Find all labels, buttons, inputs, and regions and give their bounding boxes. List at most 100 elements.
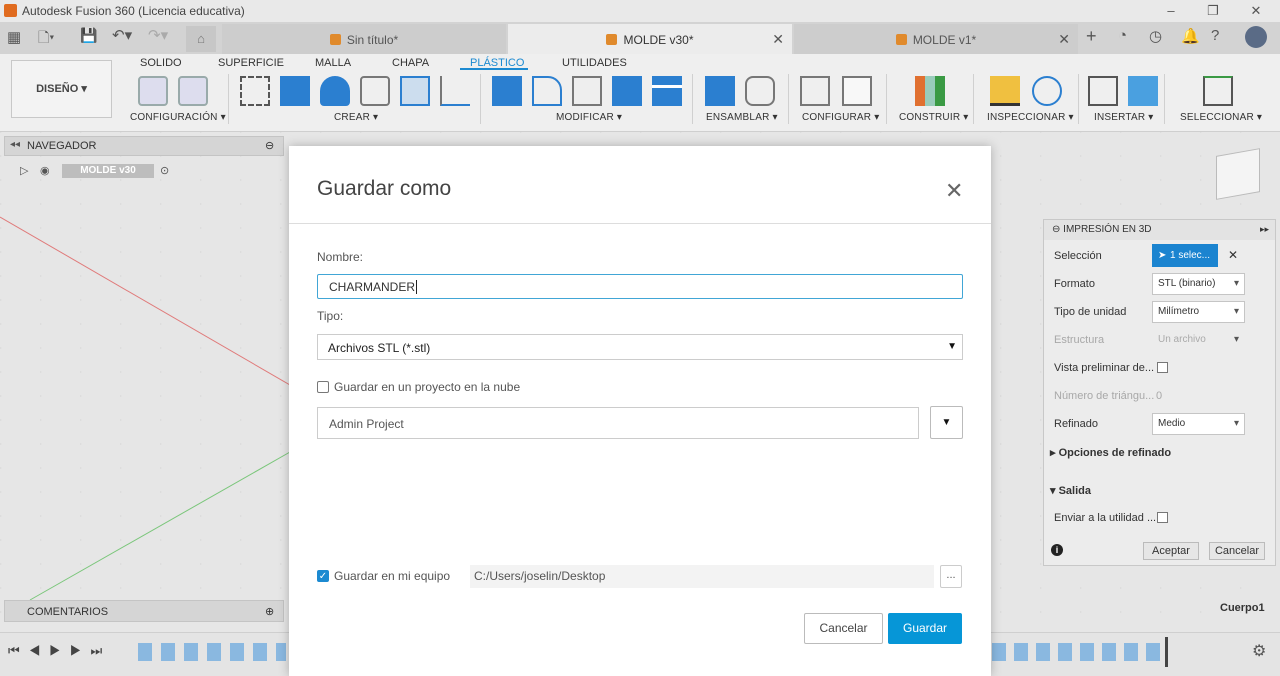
output-toggle[interactable]: ▾ Salida: [1050, 484, 1091, 497]
draft-icon[interactable]: [440, 76, 470, 106]
combine-icon[interactable]: [612, 76, 642, 106]
info-icon[interactable]: i: [1051, 544, 1063, 556]
select-icon[interactable]: [1203, 76, 1233, 106]
selection-button[interactable]: ➤ 1 selec...: [1152, 244, 1218, 267]
tab-superficie[interactable]: SUPERFICIE: [218, 57, 284, 69]
visibility-eye-icon[interactable]: ◉: [40, 164, 50, 177]
minimize-icon[interactable]: –: [1160, 2, 1182, 20]
save-button[interactable]: Guardar: [888, 613, 962, 644]
offset-plane-icon[interactable]: [915, 76, 945, 106]
project-field[interactable]: Admin Project: [317, 407, 919, 439]
maximize-icon[interactable]: ❐: [1202, 2, 1224, 20]
group-configuracion[interactable]: CONFIGURACIÓN ▾: [130, 112, 226, 123]
tab-utilidades[interactable]: UTILIDADES: [562, 57, 627, 69]
setup-2-icon[interactable]: [178, 76, 208, 106]
sketch-icon[interactable]: [240, 76, 270, 106]
joint-icon[interactable]: [745, 76, 775, 106]
insert-derive-icon[interactable]: [1088, 76, 1118, 106]
timeline-marker[interactable]: [1165, 637, 1168, 667]
revolve-icon[interactable]: [320, 76, 350, 106]
measure-icon[interactable]: [990, 76, 1020, 106]
group-insertar[interactable]: INSERTAR ▾: [1094, 112, 1153, 123]
interference-icon[interactable]: [1032, 76, 1062, 106]
group-ensamblar[interactable]: ENSAMBLAR ▾: [706, 112, 778, 123]
workspace-selector[interactable]: DISEÑO ▾: [11, 60, 112, 118]
timeline-controls-icon[interactable]: ⏮◀▶▶⏭: [8, 643, 111, 659]
timeline-features-right[interactable]: [992, 643, 1168, 661]
file-menu-icon[interactable]: 🗋▾: [38, 27, 54, 51]
group-configurar[interactable]: CONFIGURAR ▾: [802, 112, 879, 123]
tab-sin-titulo[interactable]: Sin título*: [222, 24, 506, 54]
group-crear[interactable]: CREAR ▾: [334, 112, 378, 123]
comments-panel-header[interactable]: COMENTARIOS ⊕: [4, 600, 284, 622]
panel-cancel-button[interactable]: Cancelar: [1209, 542, 1265, 560]
group-seleccionar[interactable]: SELECCIONAR ▾: [1180, 112, 1262, 123]
unidad-select[interactable]: Milímetro: [1152, 301, 1245, 323]
grid-menu-icon[interactable]: ▦: [7, 28, 21, 46]
separator: [788, 74, 789, 124]
settings-gear-icon[interactable]: ⚙: [1252, 641, 1266, 661]
redo-icon[interactable]: ↷▾: [148, 26, 168, 44]
add-comment-icon[interactable]: ⊕: [265, 605, 274, 618]
send-utility-checkbox[interactable]: [1157, 512, 1168, 523]
parameters-icon[interactable]: [800, 76, 830, 106]
insert-image-icon[interactable]: [1128, 76, 1158, 106]
expand-panel-icon[interactable]: ▸▸: [1260, 224, 1269, 235]
navigator-panel-header[interactable]: ◂◂ NAVEGADOR ⊖: [4, 136, 284, 156]
split-icon[interactable]: [652, 76, 682, 106]
accept-button[interactable]: Aceptar: [1143, 542, 1199, 560]
new-tab-icon[interactable]: +: [1086, 26, 1097, 47]
hole-icon[interactable]: [360, 76, 390, 106]
timeline-features[interactable]: [138, 643, 286, 661]
avatar[interactable]: [1245, 26, 1267, 48]
project-dropdown-button[interactable]: ▼: [930, 406, 963, 439]
job-status-icon[interactable]: ◷: [1149, 27, 1162, 45]
close-window-icon[interactable]: ✕: [1245, 2, 1267, 20]
box-icon[interactable]: [280, 76, 310, 106]
formato-select[interactable]: STL (binario): [1152, 273, 1245, 295]
tab-solido[interactable]: SOLIDO: [140, 57, 182, 69]
shell-icon[interactable]: [572, 76, 602, 106]
save-local-checkbox[interactable]: ✓: [317, 570, 329, 582]
tab-molde-v30[interactable]: MOLDE v30* ✕: [508, 24, 792, 54]
rib-icon[interactable]: [400, 76, 430, 106]
preview-checkbox[interactable]: [1157, 362, 1168, 373]
browse-button[interactable]: ...: [940, 565, 962, 588]
undo-icon[interactable]: ↶▾: [112, 26, 132, 44]
tab-chapa[interactable]: CHAPA: [392, 57, 429, 69]
expand-triangle-icon[interactable]: ▷: [20, 164, 28, 177]
cloud-project-checkbox[interactable]: [317, 381, 329, 393]
close-tab-icon[interactable]: ✕: [1058, 31, 1070, 48]
table-icon[interactable]: [842, 76, 872, 106]
activate-radio-icon[interactable]: ⊙: [160, 164, 169, 177]
minimize-panel-icon[interactable]: ⊖: [265, 139, 274, 152]
new-component-icon[interactable]: [705, 76, 735, 106]
type-select[interactable]: Archivos STL (*.stl) ▼: [317, 334, 963, 360]
home-icon[interactable]: ⌂: [186, 26, 216, 52]
cancel-button[interactable]: Cancelar: [804, 613, 883, 644]
group-inspeccionar[interactable]: INSPECCIONAR ▾: [987, 112, 1074, 123]
notifications-icon[interactable]: 🔔: [1181, 27, 1200, 45]
refinado-select[interactable]: Medio: [1152, 413, 1245, 435]
path-field[interactable]: C:/Users/joselin/Desktop: [470, 565, 934, 588]
help-icon[interactable]: ?: [1211, 27, 1219, 44]
press-pull-icon[interactable]: [492, 76, 522, 106]
group-construir[interactable]: CONSTRUIR ▾: [899, 112, 968, 123]
tab-molde-v1[interactable]: MOLDE v1* ✕: [794, 24, 1078, 54]
close-dialog-icon[interactable]: ✕: [945, 178, 963, 204]
panel-minus-icon[interactable]: ⊖: [1052, 224, 1060, 235]
fillet-icon[interactable]: [532, 76, 562, 106]
viewcube[interactable]: [1216, 148, 1260, 200]
close-tab-icon[interactable]: ✕: [772, 31, 784, 48]
clear-selection-icon[interactable]: ✕: [1228, 248, 1238, 262]
group-modificar[interactable]: MODIFICAR ▾: [556, 112, 622, 123]
navigator-title: NAVEGADOR: [27, 140, 97, 152]
refine-options-toggle[interactable]: ▸ Opciones de refinado: [1050, 446, 1171, 459]
collapse-icon[interactable]: ◂◂: [10, 139, 20, 150]
setup-icon[interactable]: [138, 76, 168, 106]
navigator-root-item[interactable]: MOLDE v30: [62, 164, 154, 178]
extensions-icon[interactable]: ◔: [1118, 27, 1127, 44]
name-input[interactable]: CHARMANDER: [317, 274, 963, 299]
tab-malla[interactable]: MALLA: [315, 57, 351, 69]
save-icon[interactable]: 💾: [80, 27, 97, 44]
